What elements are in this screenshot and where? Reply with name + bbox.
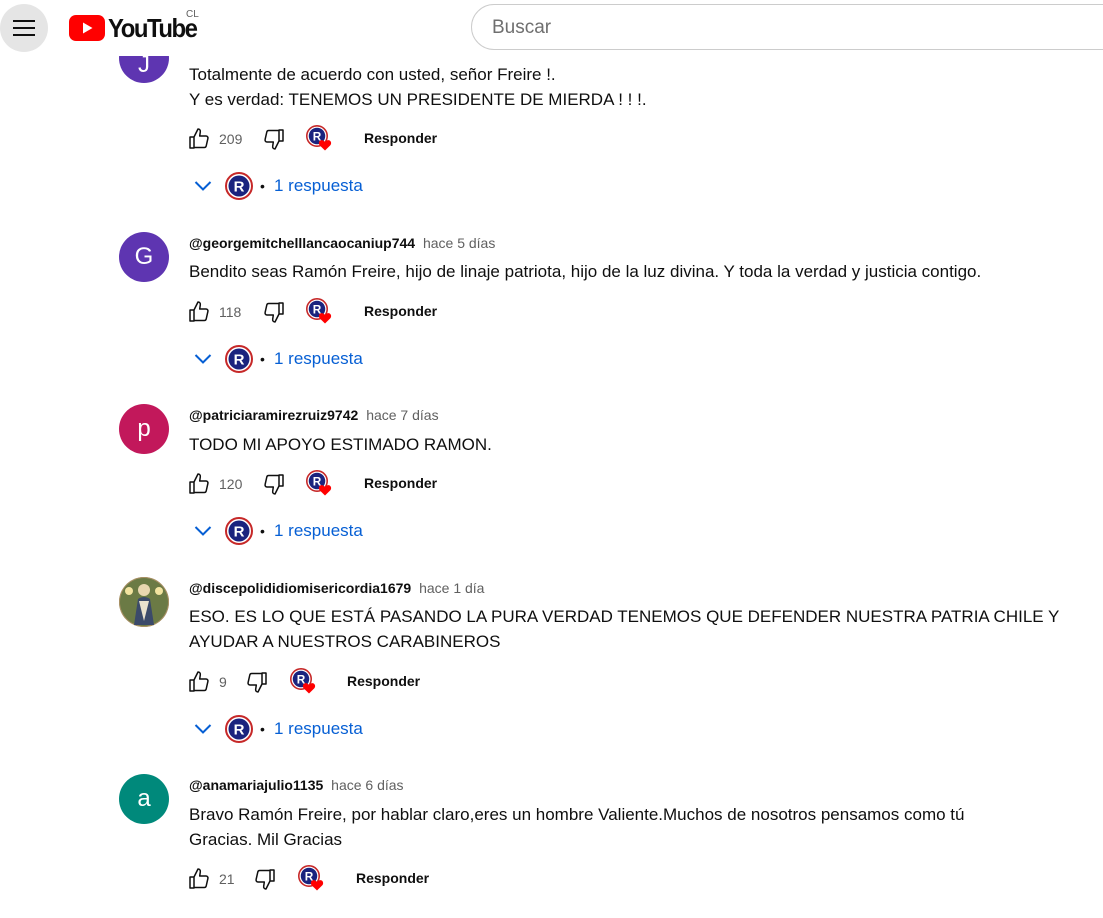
like-icon[interactable] xyxy=(187,472,211,496)
creator-avatar-icon xyxy=(225,517,253,545)
comment-text-line: Bravo Ramón Freire, por hablar claro,ere… xyxy=(189,805,965,824)
like-count: 118 xyxy=(219,304,242,320)
reply-button[interactable]: Responder xyxy=(364,475,437,491)
creator-avatar-icon xyxy=(225,172,253,200)
comment-author[interactable]: @georgemitchelllancaocaniup744 xyxy=(189,235,415,251)
comment-author[interactable]: @discepolididiomisericordia1679 xyxy=(189,580,411,596)
reply-button[interactable]: Responder xyxy=(356,870,429,886)
replies-label[interactable]: 1 respuesta xyxy=(274,349,363,369)
creator-heart-badge xyxy=(290,668,318,694)
youtube-play-icon xyxy=(69,15,105,41)
comment-meta: @discepolididiomisericordia1679 hace 1 d… xyxy=(189,580,484,596)
comment-meta: @georgemitchelllancaocaniup744 hace 5 dí… xyxy=(189,235,495,251)
comment-text: Bendito seas Ramón Freire, hijo de linaj… xyxy=(189,259,1039,284)
like-count: 21 xyxy=(219,871,235,887)
menu-button[interactable] xyxy=(0,4,48,52)
like-count: 209 xyxy=(219,131,243,147)
like-icon[interactable] xyxy=(187,867,211,891)
dislike-icon[interactable] xyxy=(253,867,277,891)
avatar[interactable] xyxy=(119,577,169,627)
dislike-icon[interactable] xyxy=(245,670,269,694)
comment-text: Bravo Ramón Freire, por hablar claro,ere… xyxy=(189,802,1039,852)
avatar-image xyxy=(119,577,169,627)
creator-heart-badge xyxy=(298,865,326,891)
avatar[interactable]: p xyxy=(119,404,169,454)
avatar-letter: G xyxy=(134,243,154,270)
comment-time[interactable]: hace 6 días xyxy=(331,777,403,793)
reply-button[interactable]: Responder xyxy=(347,673,420,689)
like-icon[interactable] xyxy=(187,300,211,324)
chevron-down-icon xyxy=(194,722,212,736)
like-icon[interactable] xyxy=(187,127,211,151)
comment-text: ESO. ES LO QUE ESTÁ PASANDO LA PURA VERD… xyxy=(189,604,1060,654)
creator-heart-badge xyxy=(306,125,334,151)
separator-dot: • xyxy=(260,178,265,194)
comment-meta: @anamariajulio1135 hace 6 días xyxy=(189,777,404,793)
hamburger-icon xyxy=(13,27,35,29)
hamburger-icon xyxy=(13,34,35,36)
like-count: 9 xyxy=(219,674,227,690)
chevron-down-icon xyxy=(194,352,212,366)
comment-author[interactable]: @anamariajulio1135 xyxy=(189,777,323,793)
comment-author[interactable]: @patriciaramirezruiz9742 xyxy=(189,407,358,423)
chevron-down-icon xyxy=(194,179,212,193)
avatar[interactable]: a xyxy=(119,774,169,824)
heart-icon xyxy=(318,312,332,324)
top-header: YouTube CL xyxy=(0,0,1103,56)
comment-text-line: ESO. ES LO QUE ESTÁ PASANDO LA PURA VERD… xyxy=(189,607,1060,626)
comment-text-line: TODO MI APOYO ESTIMADO RAMON. xyxy=(189,435,492,454)
comment-text-line: Totalmente de acuerdo con usted, señor F… xyxy=(189,65,556,84)
country-code: CL xyxy=(186,9,199,20)
comment-time[interactable]: hace 5 días xyxy=(423,235,495,251)
comment-text-line: Y es verdad: TENEMOS UN PRESIDENTE DE MI… xyxy=(189,90,647,109)
heart-icon xyxy=(318,484,332,496)
heart-icon xyxy=(310,879,324,891)
separator-dot: • xyxy=(260,523,265,539)
avatar[interactable]: G xyxy=(119,232,169,282)
comment-time[interactable]: hace 7 días xyxy=(366,407,438,423)
chevron-down-icon xyxy=(194,524,212,538)
reply-button[interactable]: Responder xyxy=(364,303,437,319)
replies-label[interactable]: 1 respuesta xyxy=(274,176,363,196)
dislike-icon[interactable] xyxy=(262,472,286,496)
comment-text: TODO MI APOYO ESTIMADO RAMON. xyxy=(189,432,1039,457)
dislike-icon[interactable] xyxy=(262,127,286,151)
creator-avatar-icon xyxy=(225,345,253,373)
creator-avatar-icon xyxy=(225,715,253,743)
youtube-logo[interactable]: YouTube xyxy=(69,12,204,43)
creator-heart-badge xyxy=(306,470,334,496)
comment-text: Totalmente de acuerdo con usted, señor F… xyxy=(189,62,1039,112)
like-count: 120 xyxy=(219,476,243,492)
heart-icon xyxy=(318,139,332,151)
comment-time[interactable]: hace 1 día xyxy=(419,580,484,596)
comment-text-line: AYUDAR A NUESTROS CARABINEROS xyxy=(189,632,501,651)
replies-label[interactable]: 1 respuesta xyxy=(274,719,363,739)
reply-button[interactable]: Responder xyxy=(364,130,437,146)
comment-text-line: Gracias. Mil Gracias xyxy=(189,830,343,849)
logo-text: YouTube xyxy=(108,12,198,43)
heart-icon xyxy=(302,682,316,694)
comment-meta: @patriciaramirezruiz9742 hace 7 días xyxy=(189,407,439,423)
hamburger-icon xyxy=(13,20,35,22)
comment-text-line: Bendito seas Ramón Freire, hijo de linaj… xyxy=(189,262,982,281)
search-input[interactable] xyxy=(492,17,1052,39)
separator-dot: • xyxy=(260,721,265,737)
replies-label[interactable]: 1 respuesta xyxy=(274,521,363,541)
like-icon[interactable] xyxy=(187,670,211,694)
dislike-icon[interactable] xyxy=(262,300,286,324)
search-box[interactable] xyxy=(471,4,1103,50)
avatar-letter: p xyxy=(137,415,151,442)
creator-heart-badge xyxy=(306,298,334,324)
avatar-letter: a xyxy=(137,785,151,812)
separator-dot: • xyxy=(260,351,265,367)
